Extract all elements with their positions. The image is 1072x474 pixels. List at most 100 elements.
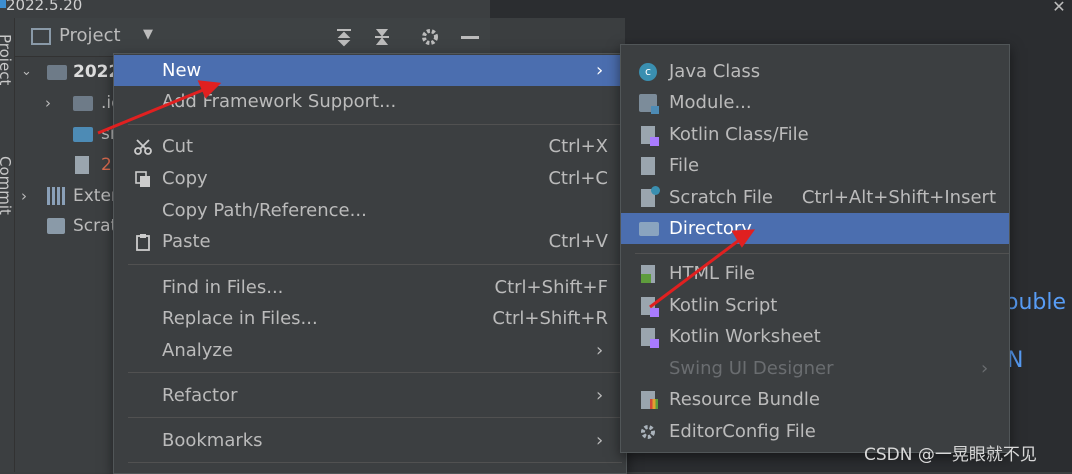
submenu-item-resource-bundle[interactable]: Resource Bundle [621,384,1009,415]
menu-item-label: Directory [669,218,752,239]
menu-item-add-framework-support[interactable]: Add Framework Support... [114,86,622,117]
menu-item-refactor[interactable]: Refactor › [114,380,622,411]
directory-icon [639,222,659,236]
submenu-item-kotlin-script[interactable]: Kotlin Script [621,290,1009,321]
menu-item-shortcut: Ctrl+Shift+R [492,308,608,329]
gear-icon[interactable] [419,26,441,48]
chevron-right-icon: › [596,60,604,81]
cut-icon [134,139,152,155]
hide-panel-icon[interactable] [461,36,479,39]
submenu-item-scratch-file[interactable]: Scratch File Ctrl+Alt+Shift+Insert [621,182,1009,213]
chevron-right-icon: › [596,385,604,406]
iml-file-icon [75,156,89,174]
html-file-icon [641,265,655,283]
menu-item-label: Copy Path/Reference... [162,200,367,221]
menu-item-label: Kotlin Class/File [669,124,809,145]
submenu-item-html-file[interactable]: HTML File [621,258,1009,289]
java-class-icon: c [639,63,657,81]
title-bar: 2022.5.20 ✕ [0,0,1072,18]
menu-item-label: Copy [162,168,208,189]
menu-item-label: Kotlin Script [669,295,778,316]
submenu-item-java-class[interactable]: c Java Class [621,56,1009,87]
kotlin-worksheet-icon [641,328,659,348]
watermark: CSDN @一晃眼就不见 [864,445,1037,465]
tree-label: Scrat [73,216,118,236]
menu-item-label: Cut [162,136,194,157]
menu-item-label: Scratch File [669,187,773,208]
tool-window-strip: Project Commit [0,18,15,472]
chevron-right-icon: › [596,430,604,451]
tree-label: 2 [101,155,112,175]
menu-item-label: File [669,155,700,176]
menu-item-label: New [162,60,202,81]
folder-icon [73,96,93,111]
chevron-right-icon: › [981,358,989,379]
close-button[interactable]: ✕ [1046,0,1072,18]
scratches-icon [47,218,65,234]
gear-icon [641,425,655,439]
module-icon [639,94,659,114]
source-folder-icon [73,127,93,142]
menu-item-label: Add Framework Support... [162,91,397,112]
menu-item-cut[interactable]: Cut Ctrl+X [114,131,622,162]
menu-item-new[interactable]: New › [114,55,622,86]
menu-item-shortcut: Ctrl+X [548,136,608,157]
chevron-down-icon[interactable]: ⌄ [21,57,32,87]
menu-item-analyze[interactable]: Analyze › [114,335,622,366]
project-panel-header: Project ▼ [15,18,490,57]
menu-item-shortcut: Ctrl+Alt+Shift+Insert [801,187,996,208]
submenu-item-file[interactable]: File [621,150,1009,181]
menu-item-paste[interactable]: Paste Ctrl+V [114,226,622,257]
menu-item-label: Paste [162,231,211,252]
expand-all-icon[interactable] [333,26,355,48]
kotlin-script-icon [641,297,659,317]
menu-item-copy-path[interactable]: Copy Path/Reference... [114,195,622,226]
chevron-right-icon: › [596,340,604,361]
menu-item-label: Kotlin Worksheet [669,326,821,347]
paste-icon [136,234,150,251]
menu-item-label: Swing UI Designer [669,358,834,379]
editor-text-fragment: ouble [1005,290,1067,315]
menu-item-label: HTML File [669,263,755,284]
chevron-down-icon[interactable]: ▼ [143,27,153,42]
menu-item-label: EditorConfig File [669,421,816,442]
menu-item-label: Replace in Files... [162,308,318,329]
chevron-right-icon[interactable]: › [45,88,51,118]
menu-item-find-in-files[interactable]: Find in Files... Ctrl+Shift+F [114,272,622,303]
submenu-item-directory[interactable]: Directory [621,213,1009,244]
chevron-right-icon[interactable]: › [21,181,27,211]
kotlin-class-icon [641,126,659,146]
commit-tool-tab[interactable]: Commit [0,156,14,215]
menu-item-copy[interactable]: Copy Ctrl+C [114,163,622,194]
menu-item-label: Java Class [669,61,761,82]
menu-item-label: Bookmarks [162,430,263,451]
menu-item-shortcut: Ctrl+V [548,231,608,252]
menu-item-label: Analyze [162,340,233,361]
project-tool-tab[interactable]: Project [0,34,14,85]
menu-item-bookmarks[interactable]: Bookmarks › [114,425,622,456]
submenu-item-kotlin-class[interactable]: Kotlin Class/File [621,119,1009,150]
window-title: 2022.5.20 [6,0,83,14]
project-view-label[interactable]: Project [59,25,121,46]
menu-item-label: Resource Bundle [669,389,820,410]
new-submenu: c Java Class Module... Kotlin Class/File… [620,44,1010,453]
menu-item-replace-in-files[interactable]: Replace in Files... Ctrl+Shift+R [114,303,622,334]
scratch-file-icon [641,186,660,207]
panel-window-icon [31,28,51,45]
library-icon [47,187,67,205]
module-folder-icon [47,65,67,80]
resource-bundle-icon [641,391,658,409]
copy-icon [135,171,150,187]
submenu-item-kotlin-worksheet[interactable]: Kotlin Worksheet [621,321,1009,352]
menu-item-label: Module... [669,92,752,113]
menu-item-shortcut: Ctrl+Shift+F [494,277,608,298]
submenu-item-module[interactable]: Module... [621,87,1009,118]
collapse-all-icon[interactable] [371,26,393,48]
tree-label: Exter [73,186,118,206]
context-menu: New › Add Framework Support... Cut Ctrl+… [113,53,627,474]
file-icon [641,157,655,175]
menu-item-label: Find in Files... [162,277,284,298]
menu-item-label: Refactor [162,385,238,406]
submenu-item-swing-ui-designer[interactable]: Swing UI Designer › [621,353,1009,384]
menu-item-shortcut: Ctrl+C [548,168,608,189]
